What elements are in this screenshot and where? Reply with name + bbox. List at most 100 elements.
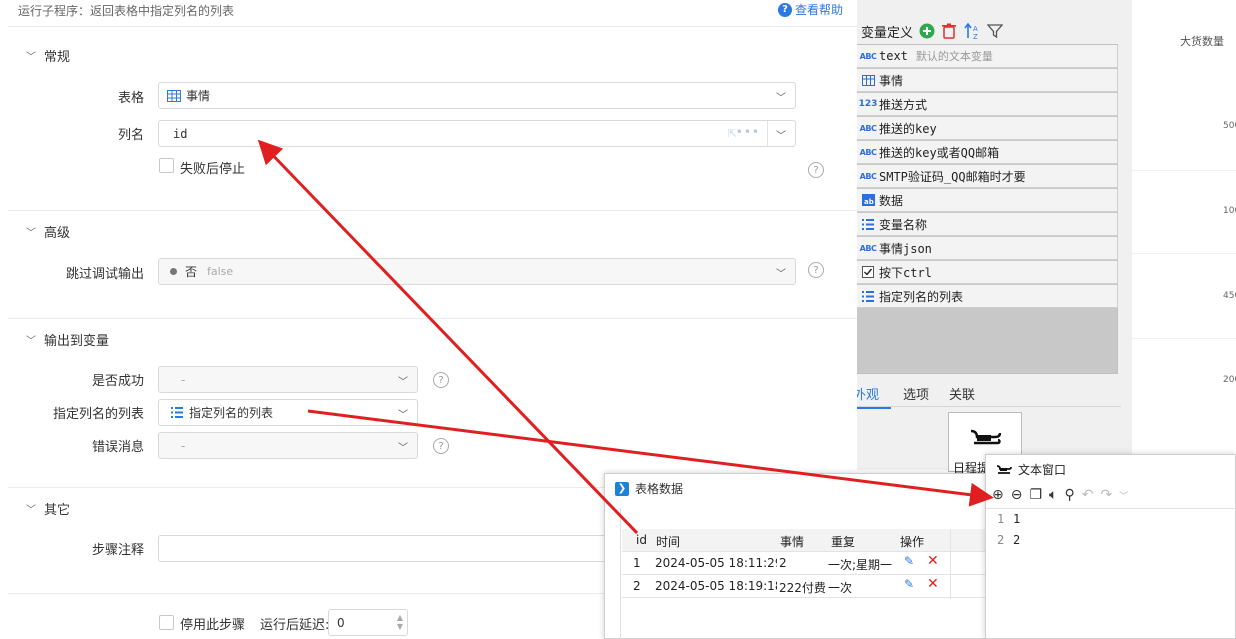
list-value: 指定列名的列表 [189, 406, 274, 420]
editor-line: 2 2 [986, 530, 1236, 551]
cell-event: 2 [779, 556, 787, 570]
variable-item[interactable]: ABC 事情json [854, 237, 1118, 260]
cell-value: 450 [1223, 291, 1236, 301]
error-select[interactable]: - ﹀ [158, 432, 418, 459]
variable-item[interactable]: 变量名称 [854, 213, 1118, 236]
chevron-down-icon: ﹀ [776, 269, 786, 280]
filter-icon[interactable] [987, 23, 1004, 39]
zoom-in-icon[interactable]: ⊕ [992, 487, 1004, 503]
variable-name: 按下ctrl [879, 265, 932, 280]
section-title: 常规 [44, 50, 71, 65]
variables-header: 变量定义 [861, 25, 914, 41]
redo-icon[interactable]: ↷ [1100, 487, 1112, 503]
question-icon[interactable]: ? [433, 438, 449, 454]
properties-tabs: 外观 选项 关联 [853, 381, 987, 409]
chevron-down-icon[interactable]: ﹀ [1119, 489, 1128, 502]
undo-icon[interactable]: ↶ [1082, 487, 1094, 503]
variable-item[interactable]: ab 数据 [854, 189, 1118, 212]
variables-panel: 变量定义 AZ ABC text 默认的文本变量 事情 123 推送方式 ABC 推送的key… [852, 0, 1132, 475]
column-header: 事情 [780, 535, 805, 549]
tab-appearance[interactable]: 外观 [853, 381, 892, 409]
text-toolbar: ⊕ ⊖ ❐ 🔈︎ ⚲ ↶ ↷ ﹀ [992, 487, 1128, 503]
cell-repeat: 一次;星期一 [828, 558, 893, 572]
help-link[interactable]: ? 查看帮助 [778, 1, 843, 18]
text-type-icon: ABC [859, 51, 877, 61]
text-type-icon: ABC [859, 123, 877, 133]
skip-debug-select[interactable]: 否 false ﹀ [158, 258, 796, 285]
text-window: 文本窗口 ⊕ ⊖ ❐ 🔈︎ ⚲ ↶ ↷ ﹀ 1 1 2 2 [985, 454, 1236, 639]
tab-options[interactable]: 选项 [891, 381, 941, 409]
disable-step-checkbox[interactable] [159, 615, 174, 630]
table-label: 表格 [117, 91, 144, 106]
sort-icon[interactable]: AZ [963, 22, 981, 40]
table-row[interactable]: 1 2024-05-05 18:11:29 2 一次;星期一 ✎ ✕ [622, 552, 994, 575]
column-header: 重复 [831, 535, 856, 549]
list-select[interactable]: 指定列名的列表 ﹀ [158, 399, 418, 426]
tab-relations[interactable]: 关联 [941, 381, 987, 409]
variable-item[interactable]: ABC 推送的key或者QQ邮箱 [854, 141, 1118, 164]
section-general[interactable]: ﹀ 常规 [26, 46, 70, 65]
edit-icon[interactable]: ✎ [904, 554, 914, 568]
variable-name: 事情json [879, 241, 932, 256]
stop-on-fail-checkbox[interactable] [159, 158, 174, 173]
chevron-down-icon: ﹀ [398, 410, 408, 421]
dialog-titlebar: 运行子程序：返回表格中指定列名的列表 ? 查看帮助 [0, 0, 857, 24]
success-value: - [181, 372, 186, 387]
variable-item[interactable]: ABC SMTP验证码_QQ邮箱时才要 [854, 165, 1118, 188]
variable-item[interactable]: ABC 推送的key [854, 117, 1118, 140]
copy-icon[interactable]: ❐ [1029, 487, 1042, 503]
stop-on-fail-label: 失败后停止 [180, 162, 246, 177]
chevron-down-icon: ﹀ [26, 228, 36, 239]
search-icon[interactable]: ⚲ [1064, 487, 1074, 503]
variable-name: 变量名称 [879, 217, 928, 232]
skip-debug-label: 跳过调试输出 [65, 267, 144, 282]
zoom-out-icon[interactable]: ⊖ [1011, 487, 1023, 503]
table-select[interactable]: 事情 ﹀ [158, 82, 796, 109]
delete-variable-icon[interactable] [941, 23, 957, 39]
column-input[interactable]: id ⇱ ••• ﹀ [158, 120, 796, 147]
list-icon [171, 407, 183, 418]
variable-item[interactable]: ABC text 默认的文本变量 [854, 45, 1118, 68]
column-header: 时间 [656, 535, 681, 549]
question-icon[interactable]: ? [808, 162, 824, 178]
speaker-icon[interactable]: 🔈︎ [1049, 487, 1057, 503]
chevron-down-icon[interactable]: ﹀ [776, 127, 786, 142]
error-label: 错误消息 [91, 440, 144, 455]
cell-value: 100 [1223, 206, 1236, 216]
variable-item[interactable]: 按下ctrl [854, 261, 1118, 284]
section-advanced[interactable]: ﹀ 高级 [26, 222, 70, 241]
section-title: 高级 [44, 226, 71, 241]
question-icon[interactable]: ? [808, 262, 824, 278]
line-text: 2 [1013, 533, 1021, 547]
text-editor[interactable]: 1 1 2 2 [986, 508, 1236, 639]
question-icon[interactable]: ? [433, 372, 449, 388]
list-icon [860, 217, 876, 231]
delay-input[interactable]: 0 ▲ ▼ [328, 609, 408, 636]
delete-icon[interactable]: ✕ [927, 553, 939, 569]
variable-item[interactable]: 123 推送方式 [854, 93, 1118, 116]
variable-name: 数据 [879, 193, 904, 208]
more-icon[interactable]: ••• [736, 125, 760, 139]
success-select[interactable]: - ﹀ [158, 366, 418, 393]
text-type-icon: ABC [859, 243, 877, 253]
section-other[interactable]: ﹀ 其它 [26, 499, 70, 518]
delete-icon[interactable]: ✕ [927, 576, 939, 592]
table-icon [860, 73, 876, 87]
disable-step-label: 停用此步骤 [180, 618, 246, 633]
chevron-down-icon: ﹀ [398, 443, 408, 454]
variable-item[interactable]: 事情 [854, 69, 1118, 92]
add-variable-icon[interactable] [919, 23, 935, 39]
stepper-icon[interactable]: ▲ ▼ [397, 613, 403, 631]
variable-name: SMTP验证码_QQ邮箱时才要 [879, 169, 1026, 184]
line-number: 2 [997, 533, 1005, 547]
edit-icon[interactable]: ✎ [904, 577, 914, 591]
section-output[interactable]: ﹀ 输出到变量 [26, 330, 109, 349]
cell-id: 1 [633, 556, 641, 570]
chevron-down-icon: ﹀ [776, 93, 786, 104]
variable-name: 推送的key或者QQ邮箱 [879, 145, 1000, 160]
section-title: 输出到变量 [44, 334, 110, 349]
variable-item[interactable]: 指定列名的列表 [854, 285, 1118, 308]
column-label: 列名 [117, 128, 144, 143]
column-value: id [173, 126, 188, 141]
table-row[interactable]: 2 2024-05-05 18:19:18 222付费 一次 ✎ ✕ [622, 575, 994, 598]
